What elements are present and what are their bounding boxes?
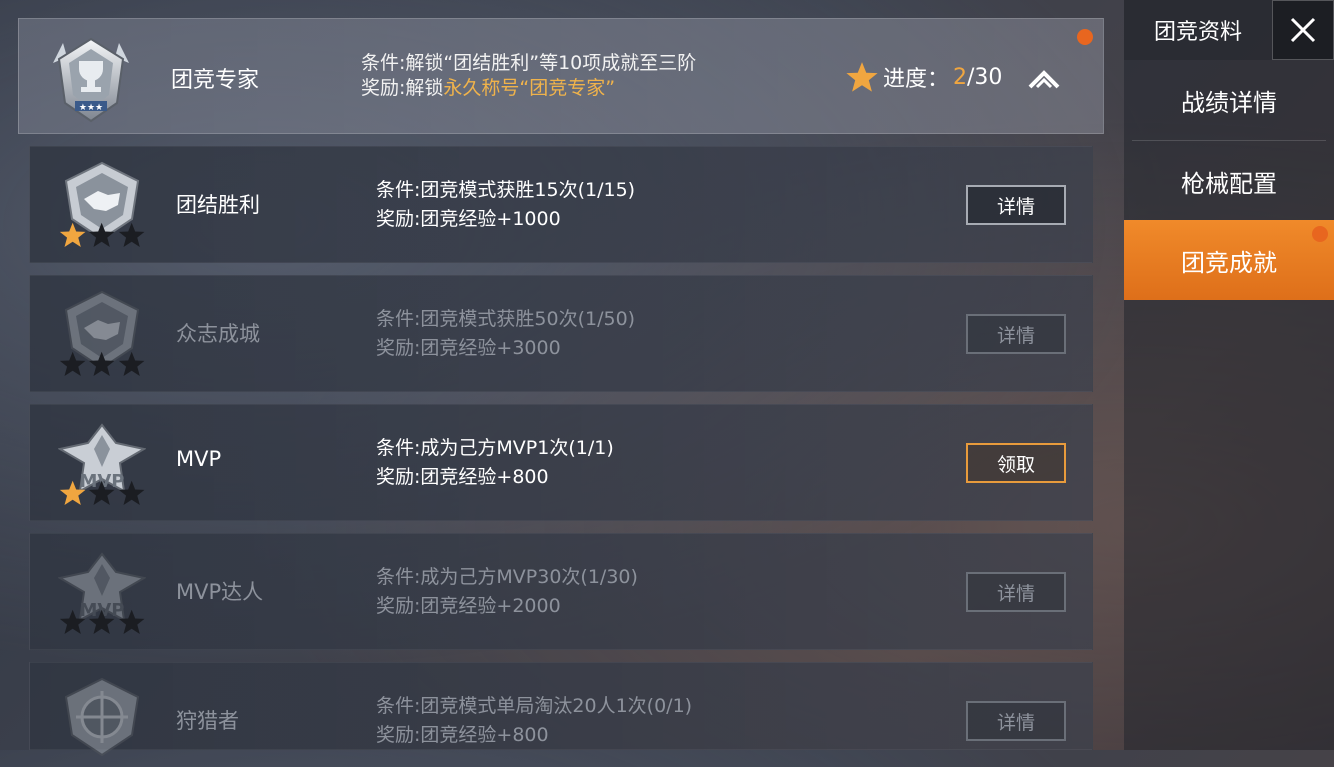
progress-label: 进度：: [883, 67, 950, 92]
achievement-condition: 条件:团竞模式单局淘汰20人1次(0/1): [376, 695, 693, 717]
sidebar: 团竞资料 战绩详情 枪械配置 团竞成就: [1124, 0, 1334, 750]
progress-current: 2: [953, 64, 968, 90]
star-icon: [89, 609, 115, 635]
achievement-row: 狩猎者 条件:团竞模式单局淘汰20人1次(0/1) 奖励:团竞经验+800 详情: [29, 662, 1093, 757]
achievement-reward: 奖励:团竞经验+1000: [376, 208, 561, 230]
star-icon: [89, 222, 115, 248]
claim-button[interactable]: 领取: [966, 443, 1066, 483]
rank-stars: [58, 479, 146, 509]
achievement-name: 众志成城: [176, 322, 260, 346]
achievement-panel: ★★★ 团竞专家 条件:解锁“团结胜利”等10项成就至三阶 奖励:解锁永久称号“…: [0, 0, 1120, 757]
sidebar-item-achievements[interactable]: 团竞成就: [1124, 220, 1334, 300]
star-icon: [118, 480, 145, 506]
achievement-name: 团结胜利: [176, 193, 260, 217]
achievement-name: MVP达人: [176, 580, 264, 604]
achievement-row: MVP MVP 条件:成为己方MVP1次(1/1) 奖励:团竞经验+800 领取: [29, 404, 1093, 521]
rank-stars: [58, 350, 146, 380]
crosshair-badge-icon: [64, 677, 140, 757]
details-button[interactable]: 详情: [966, 314, 1066, 354]
achievement-condition: 条件:团竞模式获胜50次(1/50): [376, 308, 636, 330]
sidebar-item-stats[interactable]: 战绩详情: [1124, 60, 1334, 140]
achievement-condition: 条件:成为己方MVP30次(1/30): [376, 566, 638, 588]
achievement-header[interactable]: ★★★ 团竞专家 条件:解锁“团结胜利”等10项成就至三阶 奖励:解锁永久称号“…: [18, 18, 1104, 134]
achievement-row: 团结胜利 条件:团竞模式获胜15次(1/15) 奖励:团竞经验+1000 详情: [29, 146, 1093, 263]
details-button[interactable]: 详情: [966, 185, 1066, 225]
rank-stars: [58, 221, 146, 251]
star-icon: [118, 351, 145, 377]
achievement-reward: 奖励:团竞经验+800: [376, 724, 549, 746]
achievement-row: MVP MVP达人 条件:成为己方MVP30次(1/30) 奖励:团竞经验+20…: [29, 533, 1093, 650]
star-icon: [118, 609, 145, 635]
rank-stars: [58, 608, 146, 638]
achievement-reward: 奖励:团竞经验+3000: [376, 337, 561, 359]
achievement-row: 众志成城 条件:团竞模式获胜50次(1/50) 奖励:团竞经验+3000 详情: [29, 275, 1093, 392]
achievement-name: 狩猎者: [176, 709, 239, 733]
achievement-reward: 奖励:团竞经验+2000: [376, 595, 561, 617]
star-icon: [59, 480, 86, 506]
sidebar-title: 团竞资料: [1124, 0, 1272, 60]
notification-dot: [1312, 226, 1328, 242]
star-icon: [59, 609, 86, 635]
details-button[interactable]: 详情: [966, 572, 1066, 612]
progress-total: /30: [967, 64, 1003, 90]
close-button[interactable]: [1272, 0, 1334, 60]
star-icon: [89, 351, 115, 377]
star-icon: [89, 480, 115, 506]
chevron-up-icon[interactable]: [1025, 63, 1063, 93]
sidebar-item-label: 团竞成就: [1181, 248, 1277, 277]
star-icon: [59, 222, 86, 248]
trophy-badge-icon: ★★★: [53, 37, 129, 123]
achievement-name: MVP: [176, 447, 222, 471]
header-reward-title: 永久称号“团竞专家”: [443, 77, 616, 99]
star-icon: [846, 62, 878, 92]
header-reward: 奖励:解锁永久称号“团竞专家”: [361, 76, 615, 100]
svg-text:★★★: ★★★: [79, 103, 103, 113]
sidebar-item-weapons[interactable]: 枪械配置: [1124, 141, 1334, 221]
header-reward-prefix: 奖励:解锁: [361, 77, 444, 99]
notification-dot: [1077, 29, 1093, 45]
star-icon: [59, 351, 86, 377]
achievement-reward: 奖励:团竞经验+800: [376, 466, 549, 488]
achievement-condition: 条件:成为己方MVP1次(1/1): [376, 437, 614, 459]
header-title: 团竞专家: [171, 68, 260, 93]
details-button[interactable]: 详情: [966, 701, 1066, 741]
close-icon: [1290, 17, 1316, 43]
header-condition: 条件:解锁“团结胜利”等10项成就至三阶: [361, 52, 697, 74]
achievement-condition: 条件:团竞模式获胜15次(1/15): [376, 179, 636, 201]
progress-indicator: 进度： 2 /30: [845, 59, 1002, 95]
star-icon: [118, 222, 145, 248]
